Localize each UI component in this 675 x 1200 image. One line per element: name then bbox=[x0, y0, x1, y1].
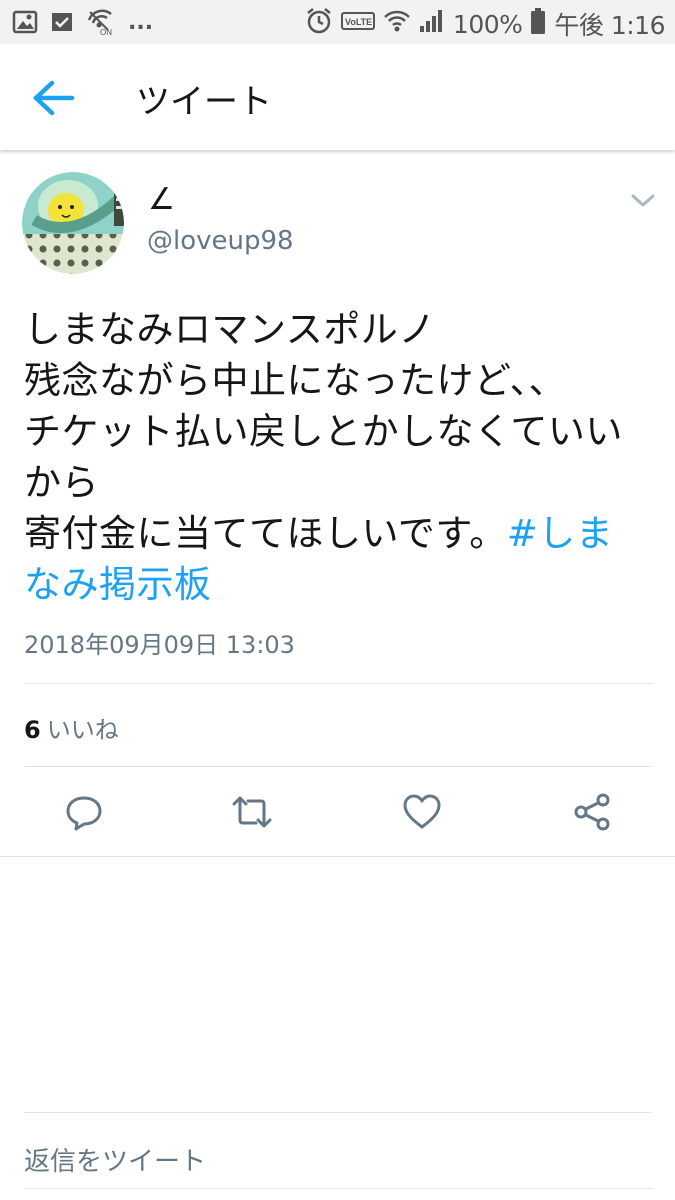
battery-icon bbox=[530, 7, 546, 41]
tweet-text: しまなみロマンスポルノ 残念ながら中止になったけど、、 チケット払い戻しとかしな… bbox=[24, 304, 664, 610]
app-header: ツイート bbox=[0, 44, 675, 150]
retweet-button[interactable] bbox=[232, 792, 272, 832]
tweet-options-button[interactable] bbox=[630, 190, 656, 210]
more-notifications-indicator: ... bbox=[128, 9, 154, 35]
tweet-line: しまなみロマンスポルノ bbox=[24, 308, 436, 351]
author-name[interactable]: ∠ bbox=[148, 182, 175, 217]
divider bbox=[24, 683, 652, 684]
reply-icon bbox=[66, 796, 102, 831]
wifi-hotspot-icon: ON bbox=[86, 8, 116, 42]
back-button[interactable] bbox=[30, 78, 76, 118]
back-arrow-icon bbox=[33, 80, 75, 116]
battery-percentage: 100% bbox=[452, 9, 523, 39]
like-count: 6 bbox=[24, 716, 41, 744]
divider bbox=[0, 856, 675, 857]
reply-input[interactable]: 返信をツイート bbox=[24, 1141, 206, 1178]
tweet-line: 残念ながら中止になったけど、、 bbox=[24, 359, 567, 402]
tweet-timestamp: 2018年09月09日 13:03 bbox=[24, 631, 295, 659]
divider bbox=[24, 766, 652, 767]
divider bbox=[24, 1112, 652, 1113]
svg-text:ON: ON bbox=[100, 28, 112, 36]
avatar[interactable] bbox=[22, 172, 124, 274]
share-icon bbox=[574, 793, 610, 831]
alarm-icon bbox=[305, 7, 333, 41]
tweet-line: チケット払い戻しとかしなくていい bbox=[24, 410, 623, 453]
share-button[interactable] bbox=[572, 792, 612, 832]
chevron-down-icon bbox=[631, 194, 655, 207]
clock: 午後 1:16 bbox=[554, 11, 665, 40]
author-handle[interactable]: @loveup98 bbox=[147, 226, 294, 256]
tweet-line: 寄付金に当ててほしいです。#しま bbox=[24, 508, 664, 559]
tweet-line: から bbox=[24, 461, 99, 504]
gallery-icon bbox=[12, 10, 38, 40]
volte-icon: VoLTE bbox=[340, 10, 375, 38]
hashtag-link-continued[interactable]: なみ掲示板 bbox=[24, 559, 664, 610]
status-bar: ON ... VoLTE 100% 午後 1:16 bbox=[0, 0, 675, 44]
tweet-line-text: 寄付金に当ててほしいです。 bbox=[24, 512, 507, 555]
retweet-icon bbox=[232, 796, 272, 828]
like-button[interactable] bbox=[402, 792, 442, 832]
reply-button[interactable] bbox=[64, 792, 104, 832]
hashtag-link[interactable]: #しま bbox=[507, 512, 614, 555]
wifi-icon bbox=[383, 8, 411, 40]
page-title: ツイート bbox=[136, 82, 272, 122]
like-icon bbox=[403, 794, 441, 829]
likes-summary[interactable]: 6 いいね bbox=[24, 710, 119, 745]
signal-icon bbox=[419, 8, 445, 40]
svg-text:VoLTE: VoLTE bbox=[345, 17, 372, 27]
divider bbox=[24, 1188, 652, 1189]
download-check-icon bbox=[50, 10, 74, 40]
like-label: いいね bbox=[46, 716, 119, 744]
